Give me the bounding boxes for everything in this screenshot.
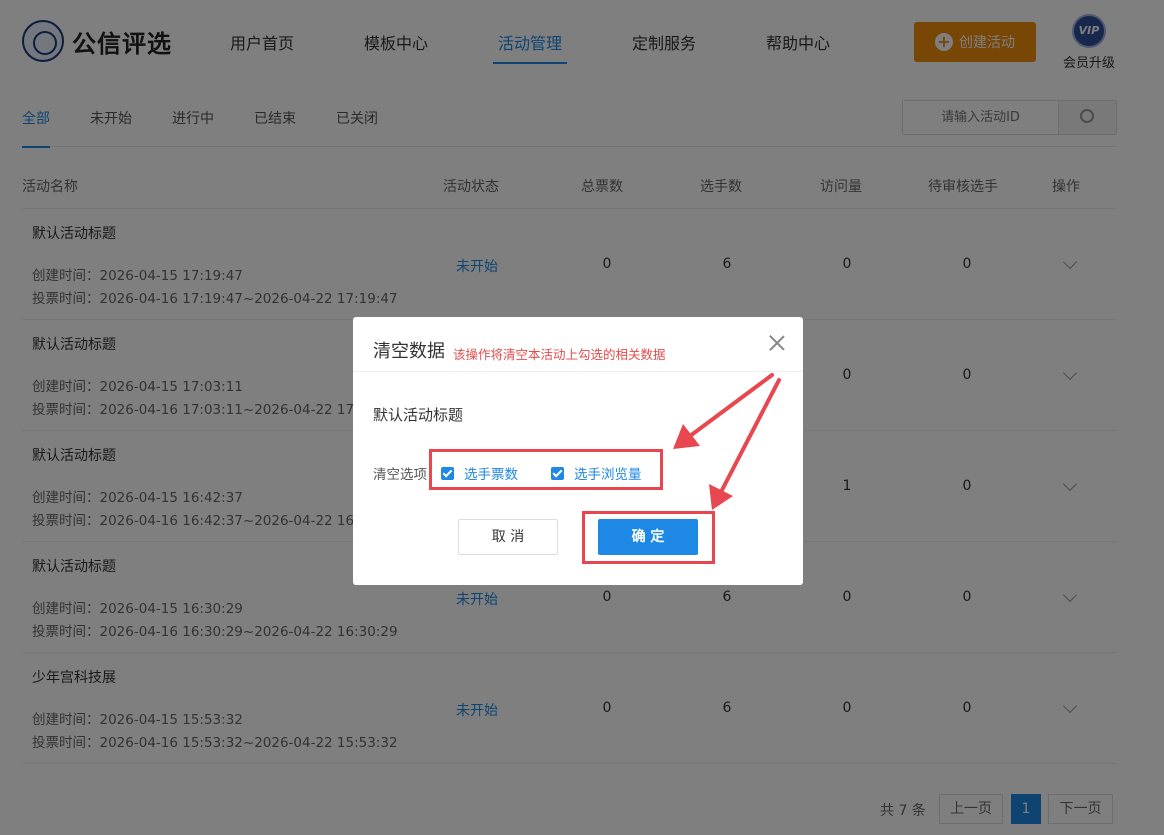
annotation-arrows (673, 373, 781, 510)
arrow-to-options (673, 373, 774, 449)
arrow-to-confirm (709, 378, 781, 510)
